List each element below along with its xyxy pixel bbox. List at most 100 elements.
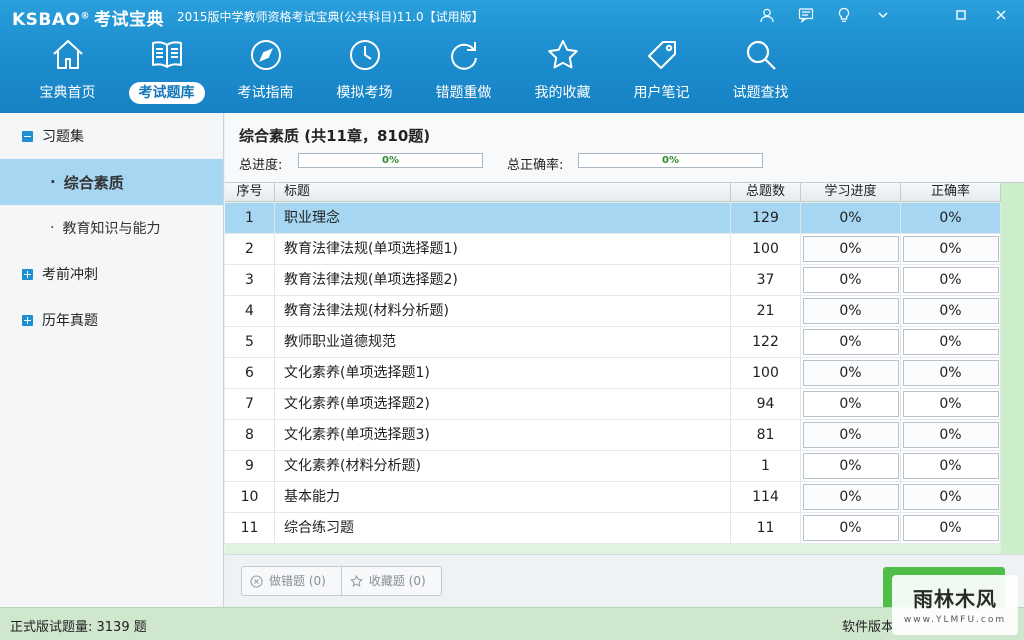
cell-title: 教育法律法规(单项选择题2) [275, 265, 731, 295]
favorite-questions-button[interactable]: 收藏题 (0) [340, 567, 441, 595]
nav-label: 模拟考场 [336, 85, 393, 101]
sidebar-item-comprehensive-quality[interactable]: · 综合素质 [0, 159, 223, 205]
cell-accuracy: 0% [901, 296, 1001, 326]
sidebar-group-sprint[interactable]: 考前冲刺 [0, 251, 223, 297]
nav-label: 宝典首页 [39, 85, 96, 101]
cell-progress: 0% [801, 513, 901, 543]
cell-total: 11 [731, 513, 801, 543]
sidebar-item-label: 综合素质 [63, 173, 124, 192]
close-icon[interactable] [989, 4, 1013, 26]
cell-progress: 0% [801, 234, 901, 264]
progress-value: 0% [802, 205, 899, 231]
redo-icon [446, 36, 482, 74]
nav-exam-guide[interactable]: 考试指南 [216, 36, 315, 106]
nav-label: 考试指南 [237, 85, 294, 101]
scroll-area [1001, 183, 1024, 554]
accuracy-value: 0% [902, 298, 999, 324]
header-title[interactable]: 标题 [275, 183, 731, 202]
app-header: KSBAO® 考试宝典 2015版中学教师资格考试宝典(公共科目)11.0【试用版… [0, 0, 1024, 113]
cell-progress: 0% [801, 482, 901, 512]
cell-progress: 0% [801, 296, 901, 326]
nav-favorites[interactable]: 我的收藏 [513, 36, 612, 106]
bulb-icon[interactable] [832, 4, 856, 26]
total-progress-label: 总进度: [239, 158, 283, 173]
table-row[interactable]: 11 综合练习题 11 0% 0% [225, 513, 1001, 544]
expand-icon[interactable] [22, 268, 33, 280]
cell-title: 文化素养(材料分析题) [275, 451, 731, 481]
nav-question-bank[interactable]: 考试题库 [117, 36, 216, 106]
cell-no: 8 [225, 420, 275, 450]
table-row[interactable]: 3 教育法律法规(单项选择题2) 37 0% 0% [225, 265, 1001, 296]
cell-no: 5 [225, 327, 275, 357]
header-progress[interactable]: 学习进度 [801, 183, 901, 202]
collapse-icon[interactable] [22, 130, 33, 142]
table-row[interactable]: 7 文化素养(单项选择题2) 94 0% 0% [225, 389, 1001, 420]
nav-mock-exam[interactable]: 模拟考场 [315, 36, 414, 106]
sidebar-item-education-knowledge[interactable]: · 教育知识与能力 [0, 205, 223, 251]
cell-no: 4 [225, 296, 275, 326]
sidebar-group-past-papers[interactable]: 历年真题 [0, 297, 223, 343]
nav-label: 我的收藏 [534, 85, 591, 101]
page-title: 综合素质 (共11章，810题) [239, 127, 431, 145]
table-row[interactable]: 6 文化素养(单项选择题1) 100 0% 0% [225, 358, 1001, 389]
button-label: 收藏题 (0) [368, 574, 426, 588]
nav-home[interactable]: 宝典首页 [18, 36, 117, 106]
status-bar: 正式版试题量: 3139 题 软件版本 [0, 607, 1024, 640]
progress-value: 0% [802, 484, 899, 510]
table-body: 1 职业理念 129 0% 0% 2 教育法律法规(单项选择题1) 100 0% 0% 3 教育法律法… [225, 203, 1001, 544]
home-icon [50, 36, 86, 74]
cell-no: 11 [225, 513, 275, 543]
accuracy-value: 0% [902, 329, 999, 355]
nav-label: 试题查找 [732, 85, 789, 101]
star-icon [545, 36, 581, 74]
version-status: 软件版本 [842, 620, 895, 635]
chapter-table: 序号 标题 总题数 学习进度 正确率 1 职业理念 129 0% 0% 2 教育法律法规(单… [225, 182, 1024, 554]
table-row[interactable]: 4 教育法律法规(材料分析题) 21 0% 0% [225, 296, 1001, 327]
table-header: 序号 标题 总题数 学习进度 正确率 [225, 183, 1001, 202]
nav-search-questions[interactable]: 试题查找 [711, 36, 810, 106]
expand-icon[interactable] [22, 314, 33, 326]
book-icon [149, 36, 185, 74]
wrong-questions-button[interactable]: 做错题 (0) [242, 567, 341, 595]
accuracy-value: 0% [902, 484, 999, 510]
total-progress-bar: 0% [298, 153, 483, 168]
table-row[interactable]: 8 文化素养(单项选择题3) 81 0% 0% [225, 420, 1001, 451]
table-row[interactable]: 1 职业理念 129 0% 0% [225, 203, 1001, 234]
header-accuracy[interactable]: 正确率 [901, 183, 1001, 202]
table-row[interactable]: 10 基本能力 114 0% 0% [225, 482, 1001, 513]
cell-progress: 0% [801, 389, 901, 419]
nav-redo-wrong[interactable]: 错题重做 [414, 36, 513, 106]
sidebar-group-exercises[interactable]: 习题集 [0, 113, 223, 159]
progress-value: 0% [802, 391, 899, 417]
sidebar-group-label: 考前冲刺 [42, 267, 98, 283]
cell-title: 基本能力 [275, 482, 731, 512]
window-title: 2015版中学教师资格考试宝典(公共科目)11.0【试用版】 [177, 10, 484, 24]
dropdown-icon[interactable] [871, 4, 895, 26]
table-row[interactable]: 9 文化素养(材料分析题) 1 0% 0% [225, 451, 1001, 482]
cell-no: 2 [225, 234, 275, 264]
cell-total: 21 [731, 296, 801, 326]
user-icon[interactable] [755, 4, 779, 26]
table-row[interactable]: 2 教育法律法规(单项选择题1) 100 0% 0% [225, 234, 1001, 265]
sidebar-group-label: 历年真题 [42, 313, 98, 329]
cell-no: 1 [225, 203, 275, 233]
watermark: 雨林木风 www.YLMFU.com [892, 575, 1018, 635]
nav-label: 考试题库 [128, 82, 205, 104]
header-total[interactable]: 总题数 [731, 183, 801, 202]
nav-user-notes[interactable]: 用户笔记 [612, 36, 711, 106]
title-bar: KSBAO® 考试宝典 2015版中学教师资格考试宝典(公共科目)11.0【试用版… [0, 0, 1024, 30]
progress-value: 0% [802, 298, 899, 324]
cell-no: 10 [225, 482, 275, 512]
accuracy-value: 0% [902, 391, 999, 417]
cell-total: 100 [731, 358, 801, 388]
table-row[interactable]: 5 教师职业道德规范 122 0% 0% [225, 327, 1001, 358]
total-accuracy-label: 总正确率: [507, 158, 564, 173]
cell-total: 81 [731, 420, 801, 450]
main-nav: 宝典首页 考试题库 考试指南 模拟考场 错题重做 我的收藏 用户笔记 试题查找 [18, 36, 810, 106]
button-group: 做错题 (0) 收藏题 (0) [241, 566, 442, 596]
message-icon[interactable] [794, 4, 818, 26]
header-no[interactable]: 序号 [225, 183, 275, 202]
progress-value: 0% [802, 329, 899, 355]
cell-title: 职业理念 [275, 203, 731, 233]
minimize-icon[interactable] [949, 4, 973, 26]
